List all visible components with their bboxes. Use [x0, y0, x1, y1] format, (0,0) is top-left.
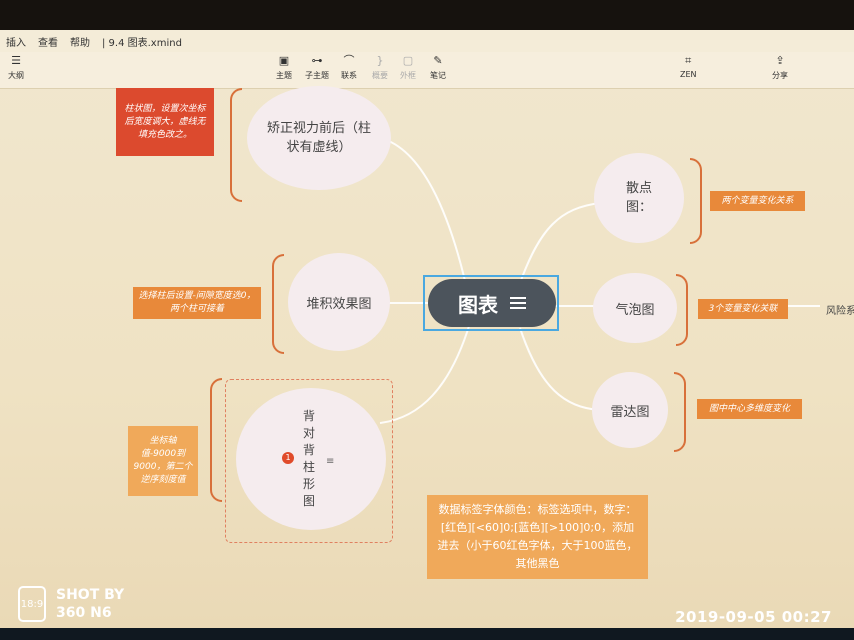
note-brace [676, 274, 688, 346]
photo-datestamp: 2019-09-05 00:27 [675, 608, 832, 626]
topic-node-bubble[interactable]: 气泡图 [593, 273, 677, 343]
note-brace [690, 158, 702, 244]
summary-button[interactable]: } 概要 [372, 54, 388, 81]
share-button[interactable]: ⇪ 分享 [772, 54, 788, 81]
priority-badge: 1 [282, 452, 294, 464]
phone-icon: 18:9 [18, 586, 46, 622]
central-topic[interactable]: 图表 [428, 279, 556, 327]
menu-bar: 插入 查看 帮助 | 9.4 图表.xmind [0, 30, 854, 52]
note-brace [210, 378, 222, 502]
summary-icon: } [376, 54, 384, 67]
note-back-to-back[interactable]: 坐标轴值-9000到9000，第二个逆序刻度值 [128, 426, 198, 496]
menu-view[interactable]: 查看 [38, 34, 58, 49]
floating-note[interactable]: 数据标签字体颜色：标签选项中，数字：[红色][<60]0;[蓝色][>100]0… [427, 495, 648, 579]
note-icon: ≡ [326, 456, 335, 467]
share-icon: ⇪ [775, 54, 785, 67]
topic-node-vision[interactable]: 矫正视力前后（柱状有虚线） [247, 86, 391, 190]
camera-watermark: 18:9 SHOT BY 360 N6 [18, 586, 124, 622]
note-stacked[interactable]: 选择柱后设置-间隙宽度选0，两个柱可接着 [133, 287, 261, 319]
relation-icon: ⌒ [343, 54, 355, 67]
outline-icon: ☰ [11, 54, 21, 67]
topic-node-scatter[interactable]: 散点图： [594, 153, 684, 243]
subtopic-icon: ⊶ [311, 54, 323, 67]
note-radar[interactable]: 图中中心多维度变化 [697, 399, 802, 419]
note-brace [272, 254, 284, 354]
note-bubble[interactable]: 3个变量变化关联 [698, 299, 788, 319]
note-icon: ✎ [433, 54, 443, 67]
taskbar [0, 628, 854, 640]
note-brace [674, 372, 686, 452]
subtopic-risk[interactable]: 风险系 [826, 302, 854, 317]
note-vision[interactable]: 柱状图，设置次坐标后宽度调大，虚线无填充色改之。 [116, 88, 214, 156]
zen-button[interactable]: ⌗ ZEN [680, 54, 697, 79]
menu-insert[interactable]: 插入 [6, 34, 26, 49]
outline-button[interactable]: ☰ 大纲 [8, 54, 24, 81]
note-brace [230, 88, 242, 202]
boundary-button[interactable]: ▢ 外框 [400, 54, 416, 81]
topic-node-radar[interactable]: 雷达图 [592, 372, 668, 448]
topic-button[interactable]: ▣ 主题 [276, 54, 292, 81]
zen-icon: ⌗ [685, 54, 692, 67]
notes-menu-icon [510, 294, 526, 312]
boundary-icon: ▢ [402, 54, 414, 67]
relation-button[interactable]: ⌒ 联系 [341, 54, 357, 81]
window-title: | 9.4 图表.xmind [102, 37, 182, 49]
subtopic-button[interactable]: ⊶ 子主题 [305, 54, 329, 81]
topic-node-back-to-back[interactable]: 1 背对背柱形图 ≡ [236, 388, 386, 530]
monitor-screen: 插入 查看 帮助 | 9.4 图表.xmind ☰ 大纲 ▣ 主题 ⊶ 子主题 … [0, 30, 854, 628]
topic-node-stacked[interactable]: 堆积效果图 [288, 253, 390, 351]
menu-help[interactable]: 帮助 [70, 34, 90, 49]
note-scatter[interactable]: 两个变量变化关系 [710, 191, 805, 211]
note-button[interactable]: ✎ 笔记 [430, 54, 446, 81]
mindmap-canvas[interactable]: 矫正视力前后（柱状有虚线） 柱状图，设置次坐标后宽度调大，虚线无填充色改之。 堆… [0, 86, 854, 628]
toolbar: ☰ 大纲 ▣ 主题 ⊶ 子主题 ⌒ 联系 } 概要 ▢ 外框 ✎ 笔记 ⌗ ZE [0, 52, 854, 89]
topic-icon: ▣ [278, 54, 290, 67]
